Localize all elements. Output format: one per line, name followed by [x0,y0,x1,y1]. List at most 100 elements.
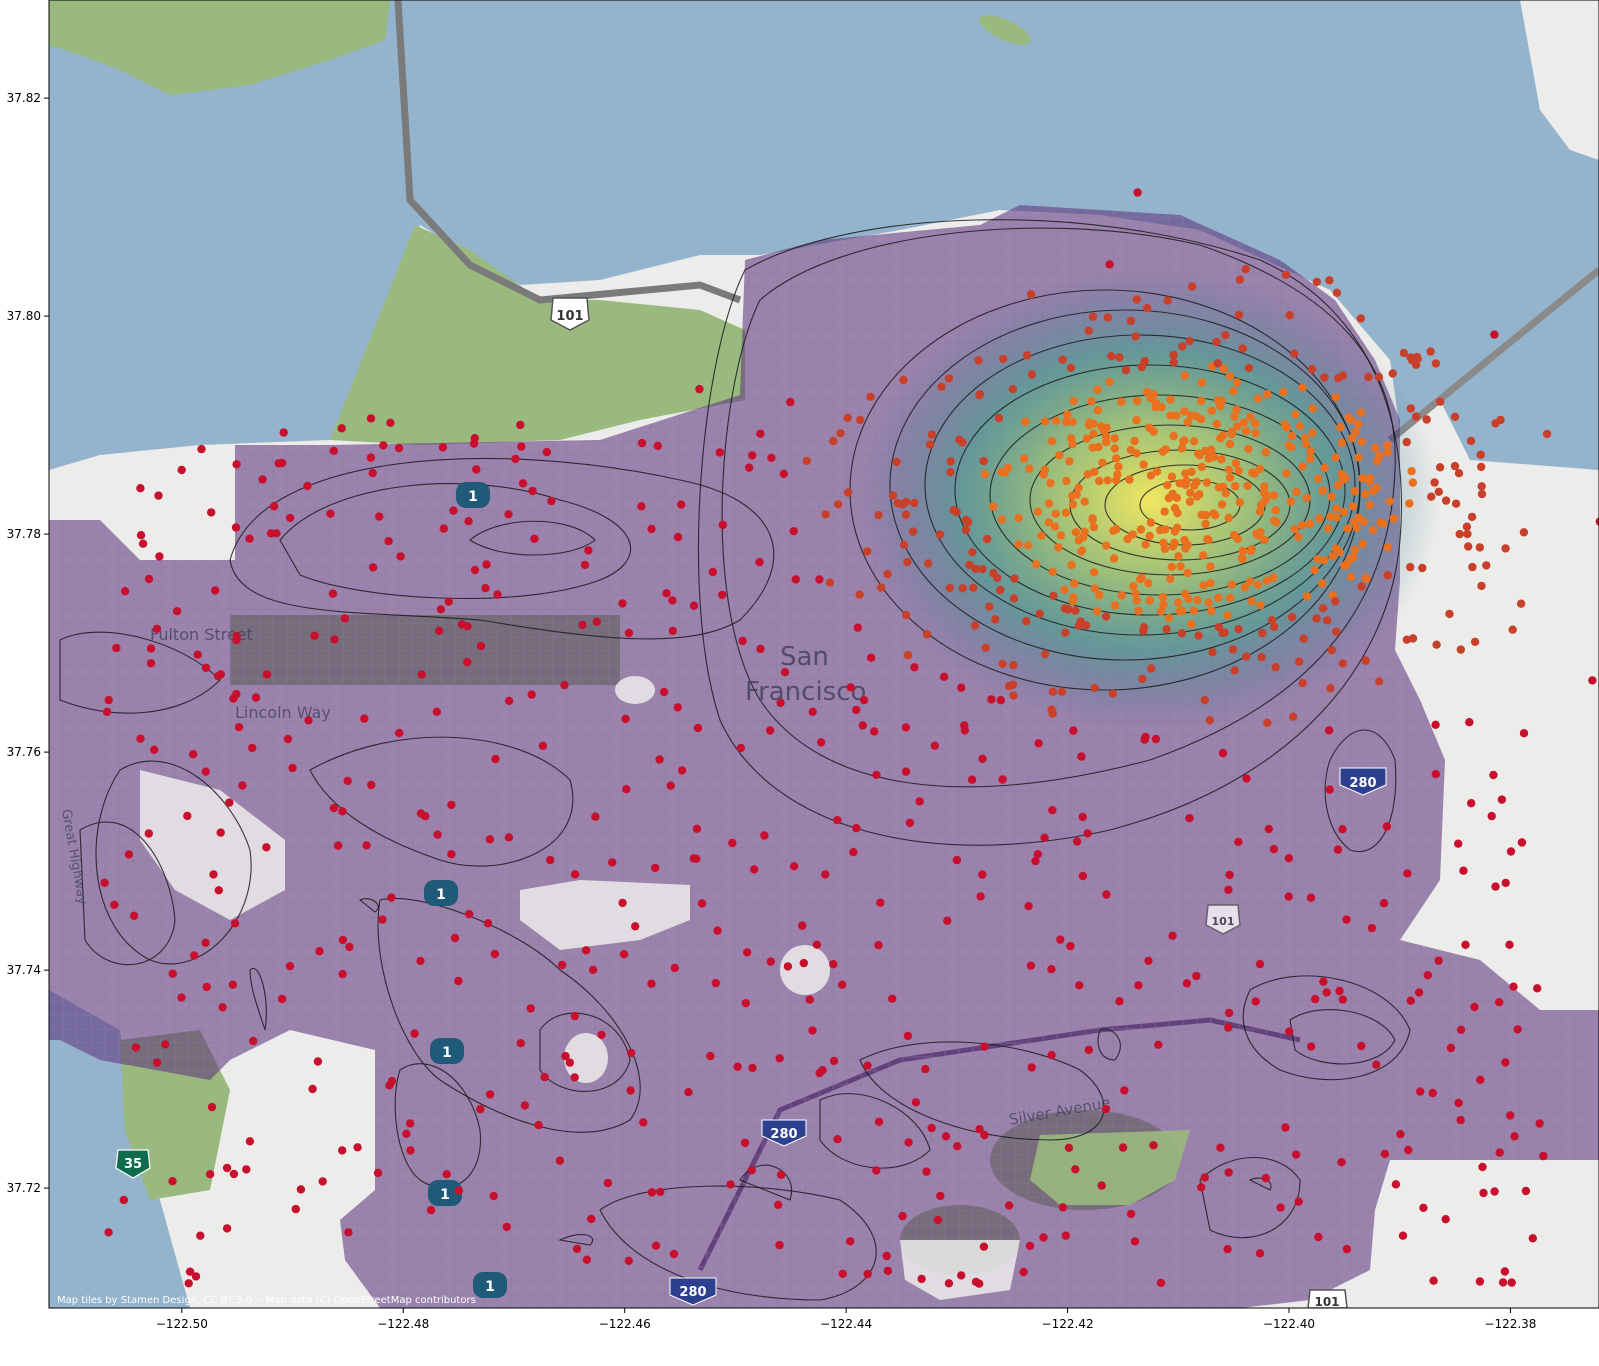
x-tick-label: −122.38 [1484,1317,1536,1331]
scatter-point [1432,640,1441,649]
scatter-point [760,831,769,840]
scatter-point [344,1228,353,1237]
scatter-point [1383,543,1393,552]
scatter-point [1302,592,1312,601]
scatter-point [1069,396,1078,406]
scatter-point [1361,489,1370,499]
scatter-point [937,382,946,391]
scatter-point [910,663,919,672]
scatter-point [242,1165,251,1174]
scatter-point [1068,500,1078,509]
scatter-point [1269,491,1279,500]
scatter-point [1414,988,1424,997]
scatter-point [1078,533,1088,542]
scatter-point [185,1267,195,1276]
scatter-point [647,524,656,534]
scatter-point [1084,1045,1094,1055]
scatter-point [999,354,1008,364]
scatter-point [836,429,845,438]
scatter-point [1367,923,1377,933]
city-label-line1: San [780,642,829,672]
scatter-point [776,1170,786,1180]
scatter-point [1426,347,1435,356]
scatter-point [917,1274,926,1284]
scatter-point [572,1244,582,1254]
x-tick-label: −122.46 [599,1317,651,1331]
scatter-point [726,1180,735,1189]
scatter-point [651,863,660,873]
scatter-point [693,723,703,733]
scatter-point [618,898,627,908]
scatter-point [1324,726,1334,735]
scatter-point [1151,398,1161,408]
scatter-point [154,491,163,500]
scatter-point [368,468,377,478]
scatter-point [463,657,472,667]
scatter-point [1224,885,1233,894]
scatter-point [120,587,130,596]
scatter-point [444,597,453,606]
scatter-point [1204,598,1213,607]
scatter-point [1174,598,1183,607]
scatter-point [1160,507,1169,516]
scatter-point [711,978,720,988]
map-attribution: Map tiles by Stamen Design, CC BY 3.0 --… [57,1295,476,1306]
scatter-point [1338,825,1347,834]
scatter-point [1246,412,1255,422]
scatter-point [921,1064,930,1074]
scatter-point [1227,580,1236,589]
scatter-point [207,1102,217,1112]
scatter-point [1227,429,1236,439]
scatter-point [1332,513,1341,522]
scatter-point [802,456,811,466]
scatter-point [1262,492,1272,502]
scatter-point [1051,416,1061,425]
scatter-point [1287,431,1297,441]
scatter-point [1253,394,1263,403]
scatter-point [1140,356,1149,366]
scatter-point [1137,573,1146,582]
scatter-point [736,743,746,753]
scatter-point [1508,625,1517,634]
scatter-point [375,512,384,521]
scatter-point [1372,483,1381,492]
scatter-point [1477,581,1486,591]
scatter-point [439,524,448,533]
scatter-point [1356,314,1366,323]
scatter-point [991,615,1000,624]
scatter-point [272,529,281,538]
scatter-point [547,496,556,506]
scatter-point [1445,609,1454,619]
scatter-point [905,818,915,828]
y-tick-label: 37.80 [7,309,41,323]
scatter-point [238,781,247,790]
scatter-point [666,781,675,790]
scatter-point [476,1104,485,1114]
scatter-point [1353,419,1363,429]
scatter-point [1207,606,1216,615]
scatter-point [313,1057,323,1066]
scatter-point [1187,620,1196,629]
scatter-point [1110,601,1120,610]
scatter-point [1251,428,1260,438]
scatter-point [1269,845,1279,854]
scatter-point [1069,726,1078,735]
scatter-point [1455,529,1464,539]
scatter-point [262,670,272,679]
scatter-point [1456,1115,1465,1125]
scatter-point [269,502,279,511]
scatter-point [852,705,861,715]
scatter-point [138,539,148,548]
scatter-point [493,590,502,599]
scatter-point [177,993,186,1002]
scatter-point [520,1101,530,1110]
scatter-point [1500,1267,1510,1276]
scatter-point [996,696,1005,705]
scatter-point [833,1135,842,1144]
scatter-point [582,1255,592,1264]
state-route-1-shield: 1 [456,482,490,508]
scatter-point [1078,812,1087,822]
scatter-point [1185,336,1194,346]
scatter-point [1247,597,1257,606]
state-route-1-shield-2-label: 1 [436,887,446,903]
